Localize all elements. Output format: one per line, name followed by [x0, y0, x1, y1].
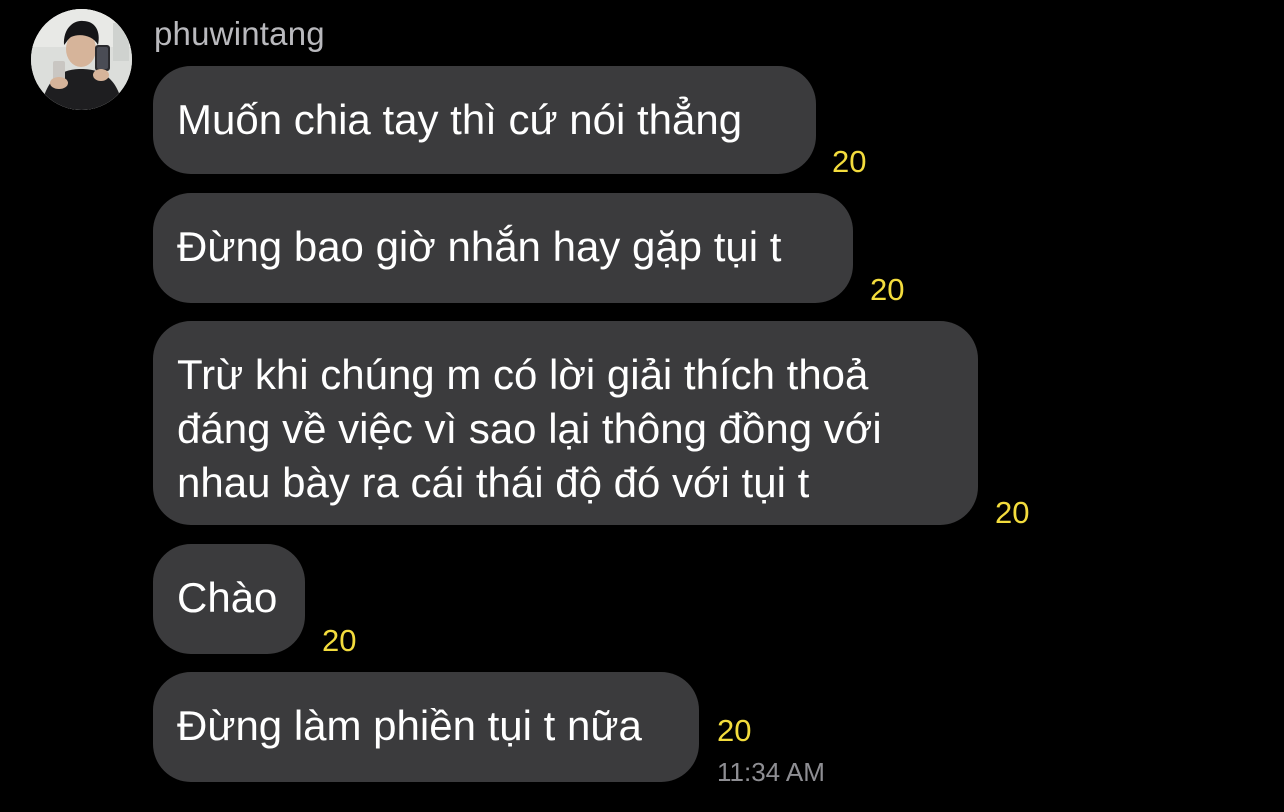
- message-bubble[interactable]: Trừ khi chúng m có lời giải thích thoả đ…: [153, 321, 978, 525]
- message-text: Đừng bao giờ nhắn hay gặp tụi t: [177, 223, 782, 270]
- reaction-count[interactable]: 20: [717, 714, 751, 748]
- message-text: Trừ khi chúng m có lời giải thích thoả đ…: [177, 351, 882, 506]
- reaction-count[interactable]: 20: [995, 496, 1029, 530]
- message-text: Muốn chia tay thì cứ nói thẳng: [177, 96, 743, 143]
- message-bubble[interactable]: Chào: [153, 544, 305, 654]
- reaction-count[interactable]: 20: [870, 273, 904, 307]
- profile-photo-icon: [31, 9, 132, 110]
- message-text: Chào: [177, 574, 278, 621]
- avatar[interactable]: [31, 9, 132, 110]
- message-bubble[interactable]: Đừng làm phiền tụi t nữa: [153, 672, 699, 782]
- message-bubble[interactable]: Đừng bao giờ nhắn hay gặp tụi t: [153, 193, 853, 303]
- message-bubble[interactable]: Muốn chia tay thì cứ nói thẳng: [153, 66, 816, 174]
- reaction-count[interactable]: 20: [322, 624, 356, 658]
- sender-name: phuwintang: [154, 15, 325, 52]
- message-text: Đừng làm phiền tụi t nữa: [177, 702, 642, 749]
- message-timestamp: 11:34 AM: [717, 757, 825, 787]
- reaction-count[interactable]: 20: [832, 145, 866, 179]
